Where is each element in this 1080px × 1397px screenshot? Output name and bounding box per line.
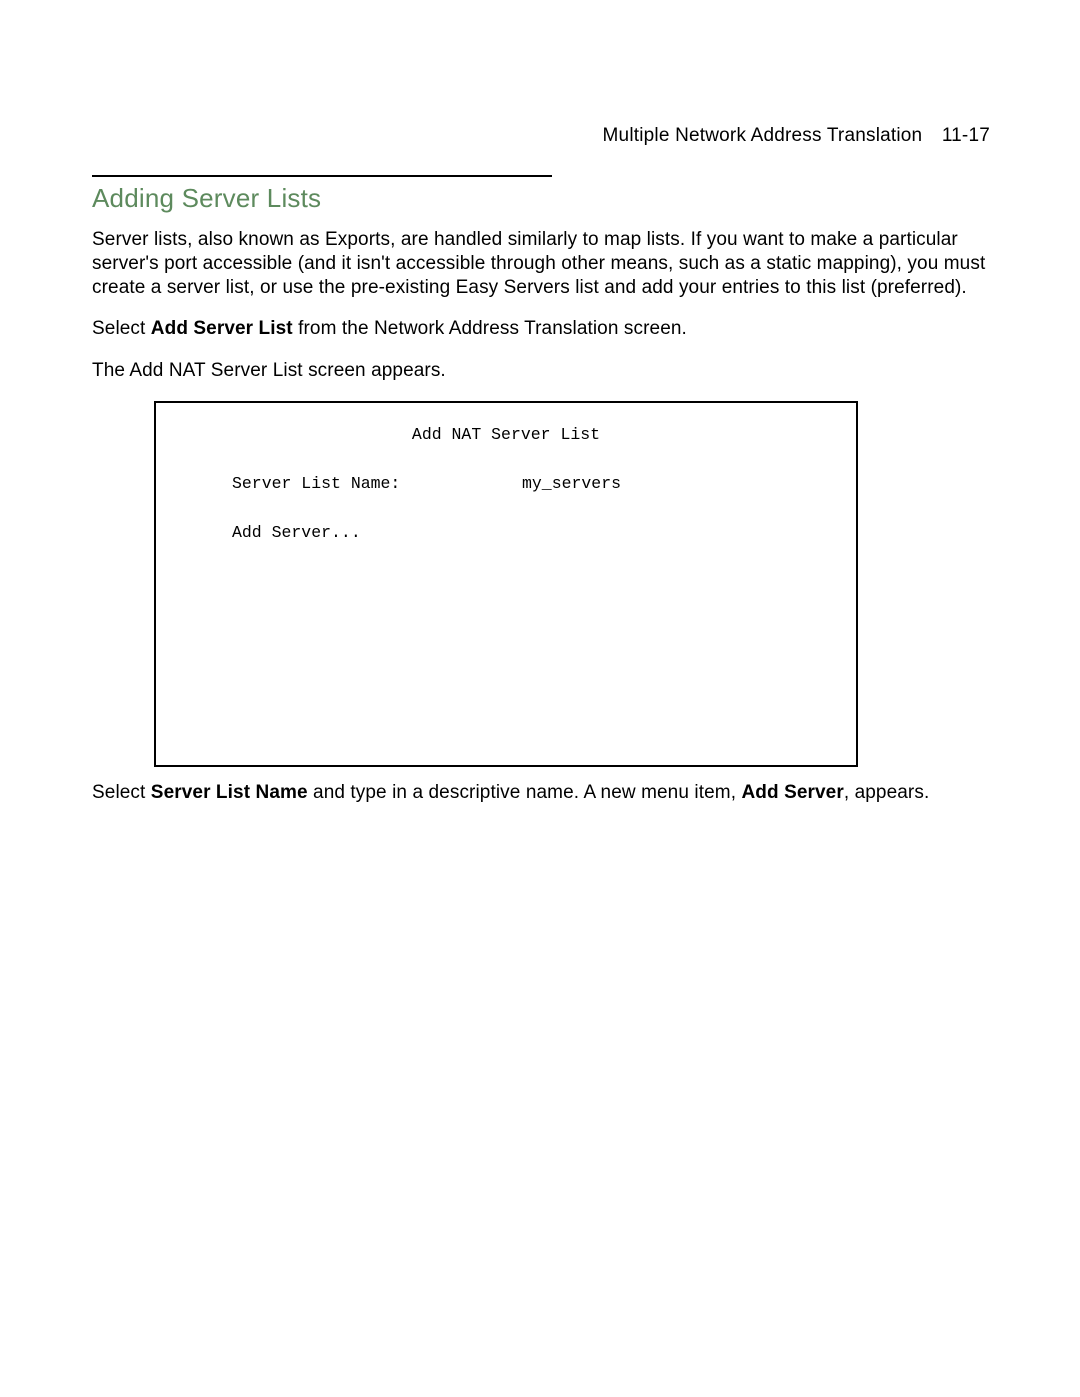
bold-text: Add Server List <box>151 318 293 339</box>
page-header: Multiple Network Address Translation 11-… <box>92 125 990 147</box>
text-fragment: and type in a descriptive name. A new me… <box>308 782 742 803</box>
section-divider <box>92 175 552 177</box>
intro-paragraph: Server lists, also known as Exports, are… <box>92 228 990 299</box>
text-fragment: , appears. <box>844 782 930 803</box>
terminal-field-label: Server List Name: <box>232 474 522 493</box>
text-fragment: Select <box>92 782 151 803</box>
bold-text: Add Server <box>741 782 843 803</box>
page-number: 11-17 <box>942 125 990 146</box>
document-page: Multiple Network Address Translation 11-… <box>0 0 1080 805</box>
terminal-field-row: Server List Name: my_servers <box>186 474 826 493</box>
text-fragment: from the Network Address Translation scr… <box>293 318 687 339</box>
instruction-paragraph-1: Select Add Server List from the Network … <box>92 317 990 341</box>
terminal-add-server: Add Server... <box>186 523 826 542</box>
chapter-title: Multiple Network Address Translation <box>603 125 923 146</box>
terminal-field-value: my_servers <box>522 474 621 493</box>
terminal-title: Add NAT Server List <box>186 425 826 444</box>
section-heading: Adding Server Lists <box>92 183 990 214</box>
instruction-paragraph-2: The Add NAT Server List screen appears. <box>92 359 990 383</box>
text-fragment: Select <box>92 318 151 339</box>
bold-text: Server List Name <box>151 782 308 803</box>
terminal-screenshot: Add NAT Server List Server List Name: my… <box>154 401 858 767</box>
footer-paragraph: Select Server List Name and type in a de… <box>92 781 990 805</box>
